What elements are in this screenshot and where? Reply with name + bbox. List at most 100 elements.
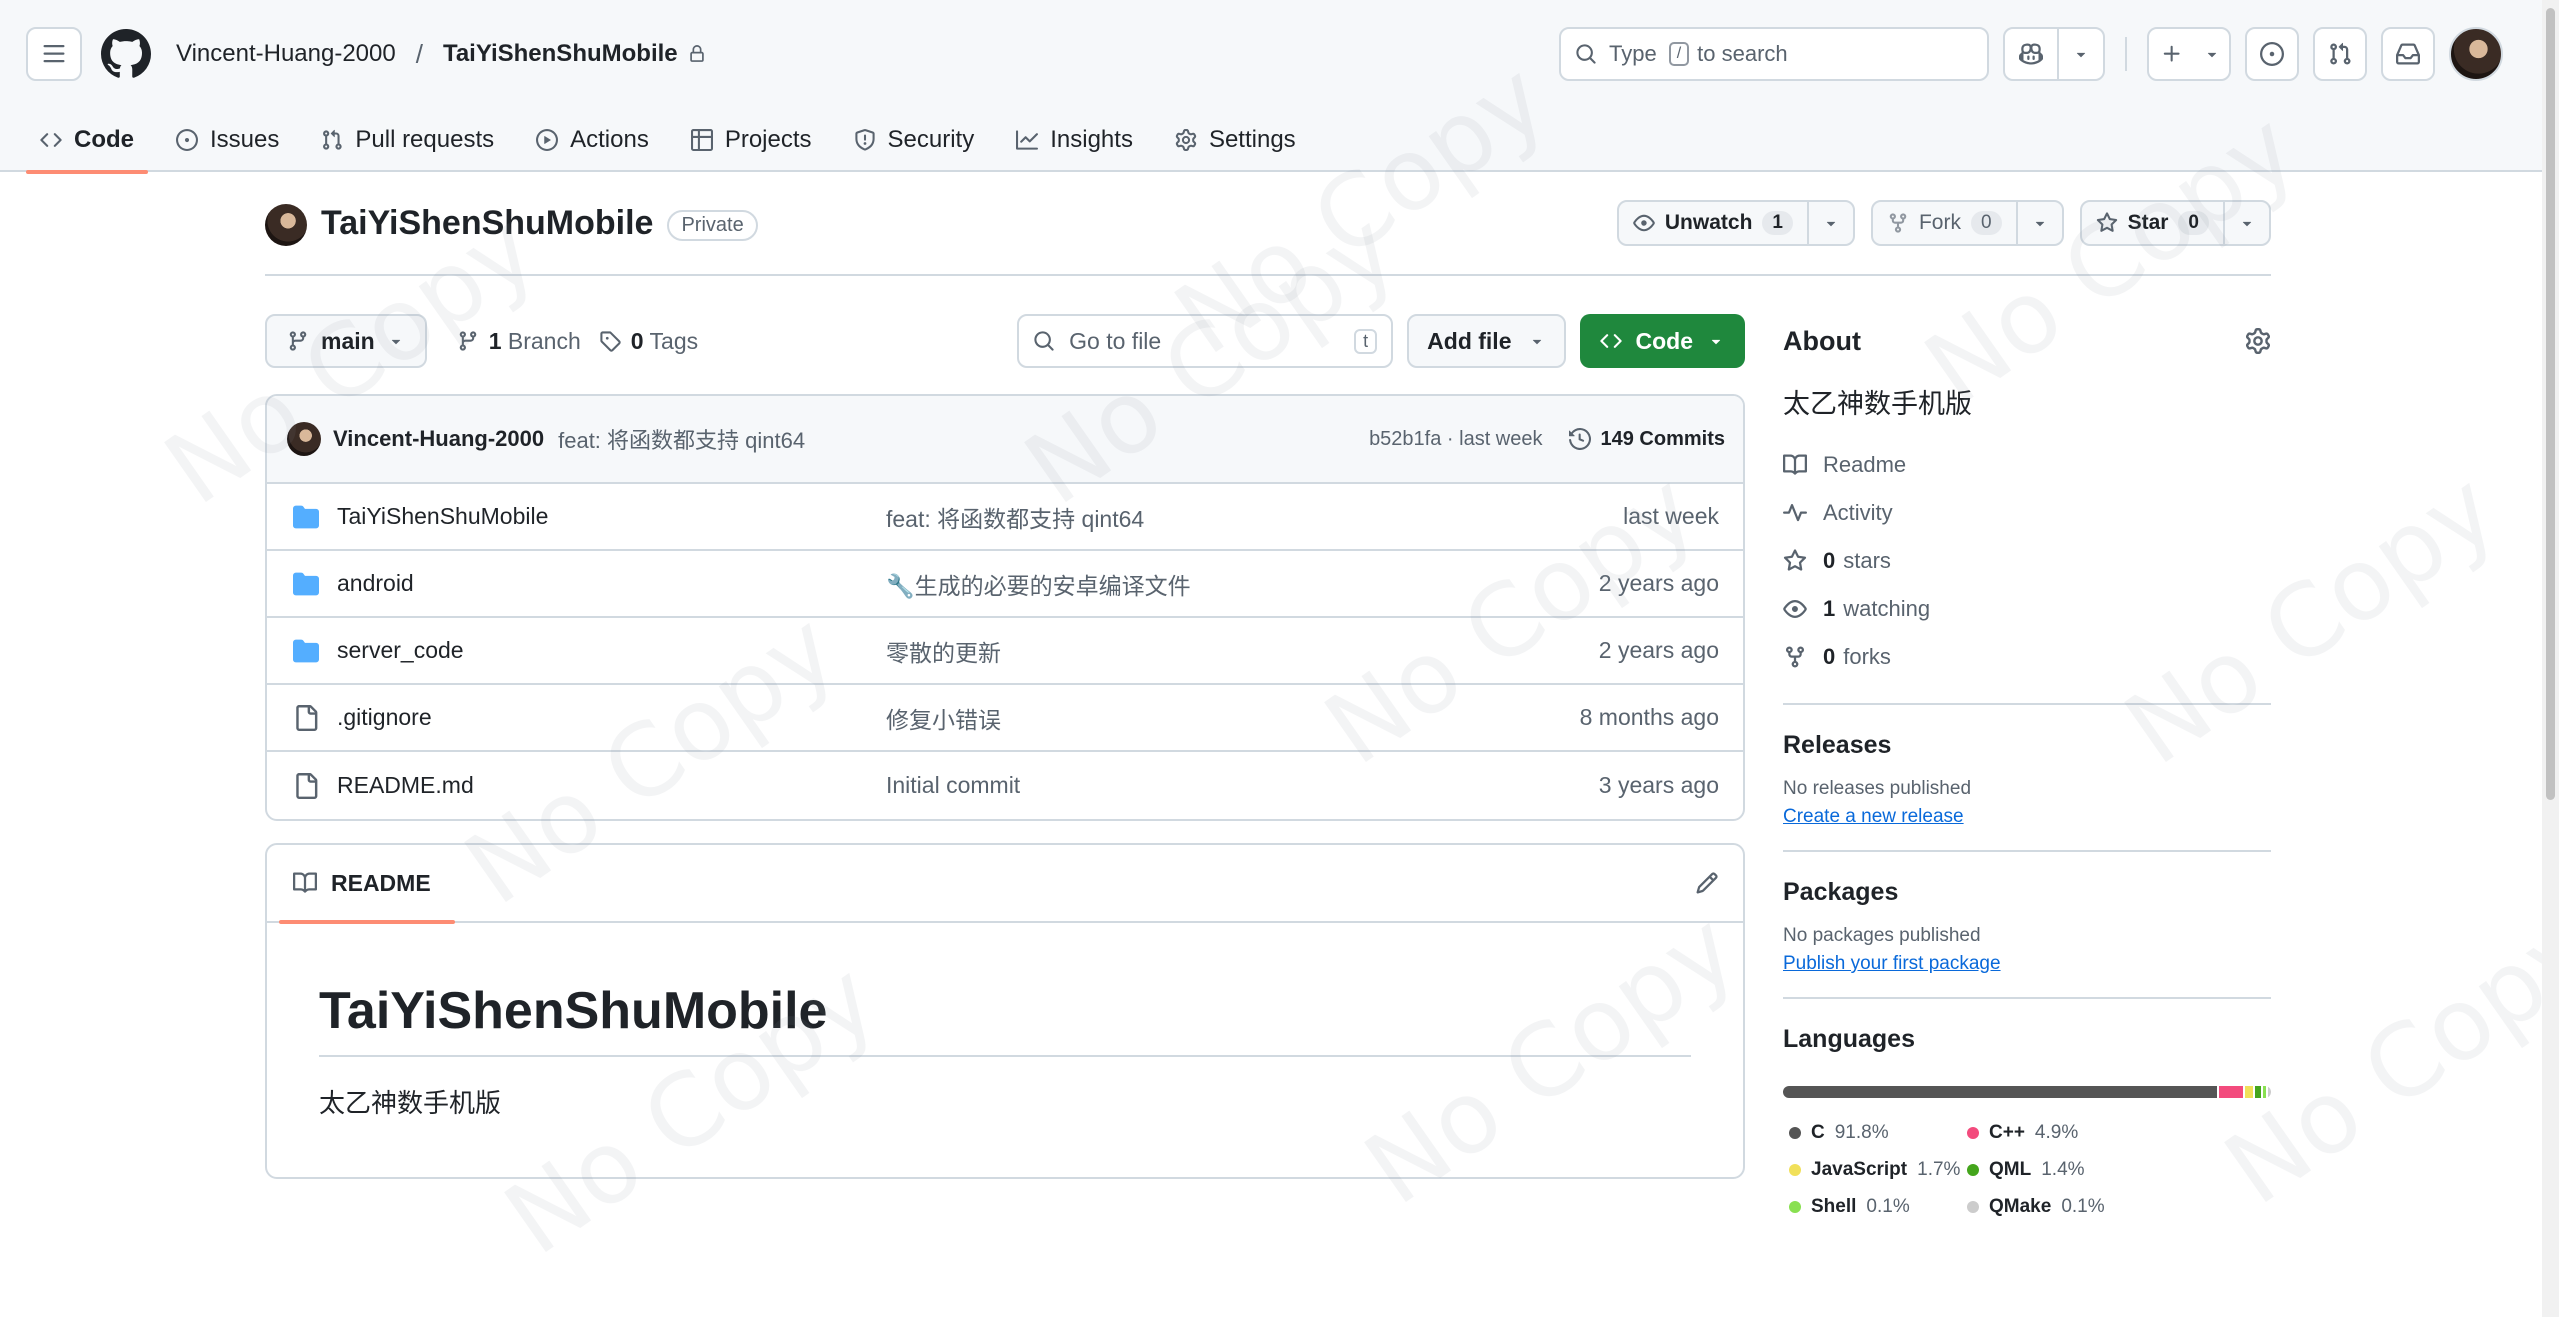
- star-button-group: Star 0: [2079, 200, 2271, 246]
- unwatch-button-group: Unwatch 1: [1616, 200, 1855, 246]
- repo-title[interactable]: TaiYiShenShuMobile: [321, 204, 653, 243]
- file-commit-message[interactable]: Initial commit: [886, 772, 1020, 799]
- tab-insights[interactable]: Insights: [1002, 108, 1147, 172]
- add-file-button[interactable]: Add file: [1407, 314, 1566, 368]
- branch-count: 1: [488, 327, 502, 354]
- commit-message[interactable]: feat: 将函数都支持 qint64: [558, 423, 805, 455]
- file-commit-message[interactable]: feat: 将函数都支持 qint64: [886, 500, 1144, 534]
- unwatch-label: Unwatch: [1664, 211, 1753, 234]
- star-count: 0: [2178, 211, 2209, 235]
- unwatch-button[interactable]: Unwatch 1: [1619, 202, 1809, 244]
- table-row[interactable]: .gitignore 修复小错误 8 months ago: [267, 685, 1743, 752]
- language-item[interactable]: QML 1.4%: [1967, 1151, 2085, 1188]
- header-row: Vincent-Huang-2000 / TaiYiShenShuMobile …: [26, 26, 2503, 82]
- unwatch-dropdown[interactable]: [1809, 202, 1853, 244]
- language-name: Shell: [1811, 1195, 1857, 1217]
- history-icon: [1568, 428, 1591, 450]
- edit-readme-button[interactable]: [1695, 871, 1719, 895]
- triangle-down-icon: [2035, 221, 2044, 227]
- code-button[interactable]: Code: [1579, 314, 1745, 368]
- tab-pull-requests[interactable]: Pull requests: [307, 108, 508, 172]
- file-icon: [293, 704, 323, 731]
- fork-dropdown[interactable]: [2018, 202, 2062, 244]
- activity-link[interactable]: Activity: [1783, 489, 2271, 537]
- user-avatar[interactable]: [2449, 27, 2503, 81]
- copilot-split-button: [2003, 27, 2105, 81]
- breadcrumb-repo[interactable]: TaiYiShenShuMobile: [443, 40, 678, 68]
- file-commit-message[interactable]: 🔧生成的必要的安卓编译文件: [886, 567, 1191, 601]
- language-item[interactable]: QMake 0.1%: [1967, 1188, 2105, 1225]
- tab-projects[interactable]: Projects: [677, 108, 826, 172]
- table-row[interactable]: server_code 零散的更新 2 years ago: [267, 618, 1743, 685]
- table-row[interactable]: android 🔧生成的必要的安卓编译文件 2 years ago: [267, 551, 1743, 618]
- inbox-button[interactable]: [2381, 27, 2435, 81]
- repo-tabs: Code Issues Pull requests Actions Projec…: [26, 108, 1324, 174]
- commit-sha-time[interactable]: b52b1fa · last week: [1369, 428, 1542, 451]
- language-item[interactable]: C++ 4.9%: [1967, 1114, 2078, 1151]
- copilot-dropdown[interactable]: [2059, 29, 2103, 79]
- publish-package-link[interactable]: Publish your first package: [1783, 953, 2271, 975]
- commit-author-avatar[interactable]: [287, 422, 321, 456]
- owner-avatar[interactable]: [265, 204, 307, 246]
- menu-button[interactable]: [26, 27, 82, 81]
- star-button[interactable]: Star 0: [2082, 202, 2225, 244]
- languages-list: C 91.8% C++ 4.9% JavaScript 1.7% QML 1.4% Shell 0…: [1783, 1114, 2271, 1225]
- file-commit-message[interactable]: 零散的更新: [886, 634, 1001, 668]
- file-name[interactable]: TaiYiShenShuMobile: [337, 503, 886, 530]
- file-name[interactable]: README.md: [337, 772, 886, 799]
- create-new-button[interactable]: [2147, 27, 2231, 81]
- tab-actions[interactable]: Actions: [522, 108, 663, 172]
- graph-icon: [1016, 130, 1039, 150]
- star-dropdown[interactable]: [2225, 202, 2269, 244]
- packages-empty-text: No packages published: [1783, 925, 1981, 946]
- search-suffix: to search: [1697, 41, 1788, 66]
- watching-link[interactable]: 1 watching: [1783, 585, 2271, 633]
- file-name[interactable]: .gitignore: [337, 704, 886, 731]
- search-shortcut-key: /: [1668, 42, 1690, 66]
- code-icon: [1599, 334, 1622, 348]
- about-settings-button[interactable]: [2245, 328, 2271, 354]
- releases-title[interactable]: Releases: [1783, 731, 2271, 760]
- repo-stats: Readme Activity 0 stars 1 watching 0 for…: [1783, 441, 2271, 681]
- language-percent: 0.1%: [1866, 1195, 1910, 1217]
- readme-link[interactable]: Readme: [1783, 441, 2271, 489]
- page-scrollbar[interactable]: [2542, 0, 2559, 1317]
- file-table: Vincent-Huang-2000 feat: 将函数都支持 qint64 b…: [265, 394, 1745, 821]
- forks-link[interactable]: 0 forks: [1783, 633, 2271, 681]
- commits-count: 149 Commits: [1600, 427, 1726, 450]
- create-release-link[interactable]: Create a new release: [1783, 806, 2271, 828]
- shield-icon: [854, 129, 875, 151]
- github-logo-icon[interactable]: [98, 26, 154, 82]
- table-row[interactable]: TaiYiShenShuMobile feat: 将函数都支持 qint64 l…: [267, 484, 1743, 551]
- stars-link[interactable]: 0 stars: [1783, 537, 2271, 585]
- table-row[interactable]: README.md Initial commit 3 years ago: [267, 752, 1743, 819]
- breadcrumb-owner[interactable]: Vincent-Huang-2000: [176, 40, 396, 68]
- commits-link[interactable]: 149 Commits: [1568, 427, 1726, 451]
- go-to-file-input[interactable]: Go to file t: [1017, 314, 1394, 368]
- branches-link[interactable]: 1 Branch: [457, 328, 581, 355]
- language-name: C++: [1989, 1121, 2025, 1143]
- readme-tab[interactable]: README: [279, 844, 455, 924]
- git-branch-icon: [289, 331, 307, 351]
- file-name[interactable]: android: [337, 570, 886, 597]
- tab-code[interactable]: Code: [26, 108, 148, 174]
- tab-settings[interactable]: Settings: [1161, 108, 1310, 172]
- packages-title[interactable]: Packages: [1783, 878, 2271, 907]
- pull-requests-button[interactable]: [2313, 27, 2367, 81]
- tab-pull-requests-label: Pull requests: [355, 126, 495, 153]
- scrollbar-thumb[interactable]: [2546, 8, 2555, 800]
- triangle-down-icon: [1711, 339, 1721, 345]
- issues-button[interactable]: [2245, 27, 2299, 81]
- commit-author[interactable]: Vincent-Huang-2000: [333, 426, 544, 452]
- tab-issues[interactable]: Issues: [162, 108, 293, 172]
- tags-link[interactable]: 0 Tags: [599, 328, 698, 355]
- repo-actions: Unwatch 1 Fork 0 Star 0: [1616, 200, 2271, 246]
- file-commit-message[interactable]: 修复小错误: [886, 701, 1001, 735]
- search-input[interactable]: Type / to search: [1559, 27, 1989, 81]
- tab-security[interactable]: Security: [840, 108, 989, 172]
- branch-selector[interactable]: main: [265, 314, 427, 368]
- copilot-button[interactable]: [2005, 29, 2059, 79]
- file-name[interactable]: server_code: [337, 637, 886, 664]
- languages-bar: [1783, 1086, 2271, 1098]
- fork-button[interactable]: Fork 0: [1873, 202, 2018, 244]
